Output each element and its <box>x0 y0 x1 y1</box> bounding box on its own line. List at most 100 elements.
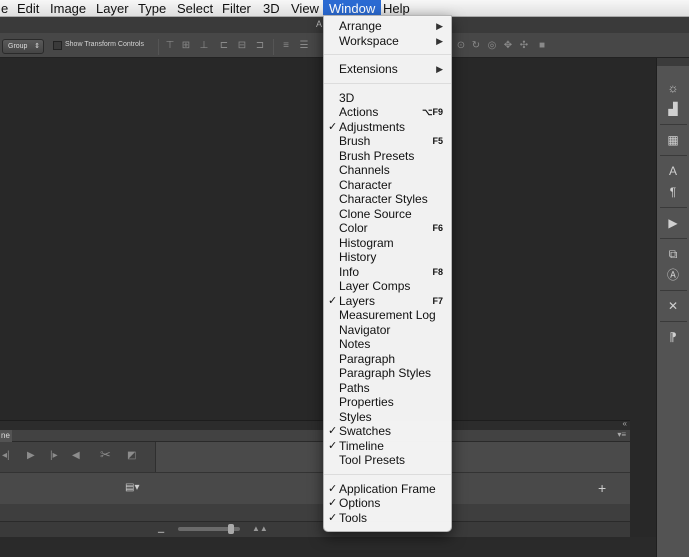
menu-item-label: Brush Presets <box>339 148 415 163</box>
sun-icon[interactable]: ☼ <box>664 79 682 97</box>
menu-item-label: Arrange <box>339 19 382 33</box>
panel-menu-icon[interactable]: ▾≡ <box>617 430 626 439</box>
menu-edit[interactable]: Edit <box>11 0 45 17</box>
menu-item-workspace[interactable]: Workspace ▶ <box>324 34 451 49</box>
menu-item-history[interactable]: History <box>324 250 451 265</box>
menu-item-tools[interactable]: ✓ Tools <box>324 511 451 526</box>
menu-item-info[interactable]: Info F8 <box>324 265 451 280</box>
menu-item-notes[interactable]: Notes <box>324 337 451 352</box>
align-left-icon[interactable]: ⊏ <box>218 40 230 52</box>
audio-icon[interactable]: ◀ <box>72 450 80 461</box>
tools-icon[interactable]: ✕ <box>664 297 682 315</box>
shortcut-label: F7 <box>432 295 443 306</box>
menu-item-swatches[interactable]: ✓ Swatches <box>324 424 451 439</box>
menu-item-histogram[interactable]: Histogram <box>324 236 451 251</box>
clone-source-icon[interactable]: ⧉ <box>664 245 682 263</box>
menu-item-label: Paragraph Styles <box>339 366 432 380</box>
menu-item-options[interactable]: ✓ Options <box>324 496 451 511</box>
transition-icon[interactable]: ◩ <box>127 450 136 461</box>
3d-roll-icon[interactable]: ↻ <box>470 40 482 52</box>
menu-item-navigator[interactable]: Navigator <box>324 323 451 338</box>
menu-item-character[interactable]: Character <box>324 178 451 193</box>
align-right-icon[interactable]: ⊐ <box>254 40 266 52</box>
divider <box>158 39 159 55</box>
menu-item-timeline[interactable]: ✓ Timeline <box>324 439 451 454</box>
divider <box>660 207 687 208</box>
play-icon[interactable]: ▶ <box>27 450 35 461</box>
3d-slide-icon[interactable]: ✥ <box>502 40 514 52</box>
menu-item-label: Measurement Log <box>339 308 436 322</box>
menu-item-properties[interactable]: Properties <box>324 395 451 410</box>
histogram-icon[interactable]: ▟ <box>664 100 682 118</box>
show-transform-checkbox[interactable] <box>53 41 62 50</box>
zoom-out-icon[interactable]: ▁ <box>158 524 164 533</box>
next-frame-icon[interactable]: |▸ <box>50 450 58 461</box>
menu-item-adjustments[interactable]: ✓ Adjustments <box>324 120 451 135</box>
menu-item-brush-presets[interactable]: Brush Presets <box>324 149 451 164</box>
menu-layer[interactable]: Layer <box>90 0 135 17</box>
timeline-footer: ▁ ▲▲ <box>0 521 630 538</box>
distribute-vcenter-icon[interactable]: ☰ <box>298 40 310 52</box>
scissors-icon[interactable]: ✂ <box>100 447 111 463</box>
align-vcenter-icon[interactable]: ⊞ <box>180 40 192 52</box>
menu-item-paragraph-styles[interactable]: Paragraph Styles <box>324 366 451 381</box>
3d-drag-icon[interactable]: ◎ <box>486 40 498 52</box>
character-styles-icon[interactable]: Ⓐ <box>664 266 682 284</box>
align-top-icon[interactable]: ⊤ <box>164 40 176 52</box>
film-icon[interactable]: ▤▾ <box>125 482 139 493</box>
first-frame-icon[interactable]: ◂| <box>2 450 10 461</box>
zoom-in-icon[interactable]: ▲▲ <box>252 524 268 533</box>
zoom-slider-thumb[interactable] <box>228 524 234 534</box>
distribute-top-icon[interactable]: ≡ <box>280 40 292 52</box>
menu-item-color[interactable]: Color F6 <box>324 221 451 236</box>
adjust-icon[interactable]: ▦ <box>664 131 682 149</box>
3d-rotate-icon[interactable]: ⊙ <box>455 40 467 52</box>
menu-item-layer-comps[interactable]: Layer Comps <box>324 279 451 294</box>
menu-item-paths[interactable]: Paths <box>324 381 451 396</box>
menu-item-clone-source[interactable]: Clone Source <box>324 207 451 222</box>
menu-item-application-frame[interactable]: ✓ Application Frame <box>324 482 451 497</box>
menu-image[interactable]: Image <box>44 0 92 17</box>
menu-type[interactable]: Type <box>132 0 172 17</box>
paragraph-styles-icon[interactable]: ⁋ <box>664 328 682 346</box>
menu-item-3d[interactable]: 3D <box>324 91 451 106</box>
menu-item-measurement-log[interactable]: Measurement Log <box>324 308 451 323</box>
collapse-icon[interactable]: « <box>623 419 627 428</box>
menu-item-styles[interactable]: Styles <box>324 410 451 425</box>
menu-item-layers[interactable]: ✓ Layers F7 <box>324 294 451 309</box>
checkmark-icon: ✓ <box>328 497 338 509</box>
menu-item-tool-presets[interactable]: Tool Presets <box>324 453 451 468</box>
menu-3d[interactable]: 3D <box>257 0 286 17</box>
document-tab-fragment[interactable]: A <box>316 19 322 29</box>
dock-header[interactable] <box>657 58 689 66</box>
menu-item-arrange[interactable]: Arrange ▶ <box>324 19 451 34</box>
menu-item-label: Channels <box>339 163 390 177</box>
menu-filter[interactable]: Filter <box>216 0 257 17</box>
align-bottom-icon[interactable]: ⊥ <box>198 40 210 52</box>
menu-item-actions[interactable]: Actions ⌥F9 <box>324 105 451 120</box>
timeline-header-strip: « <box>0 419 630 430</box>
menu-item-label: Properties <box>339 395 394 409</box>
menu-item-label: Timeline <box>339 438 384 453</box>
3d-camera-icon[interactable]: ■ <box>536 40 548 52</box>
menu-item-channels[interactable]: Channels <box>324 163 451 178</box>
3d-scale-icon[interactable]: ✣ <box>518 40 530 52</box>
menu-item-extensions[interactable]: Extensions ▶ <box>324 62 451 77</box>
character-icon[interactable]: A <box>664 162 682 180</box>
add-media-icon[interactable]: + <box>598 480 606 496</box>
paragraph-icon[interactable]: ¶ <box>664 183 682 201</box>
menu-view[interactable]: View <box>285 0 325 17</box>
timeline-tab[interactable]: ne <box>0 430 12 442</box>
menu-item-brush[interactable]: Brush F5 <box>324 134 451 149</box>
align-hcenter-icon[interactable]: ⊟ <box>236 40 248 52</box>
divider <box>660 290 687 291</box>
menu-item-paragraph[interactable]: Paragraph <box>324 352 451 367</box>
menu-item-label: Navigator <box>339 322 391 337</box>
auto-select-dropdown[interactable]: Group ⇕ <box>2 39 44 54</box>
chevron-updown-icon: ⇕ <box>34 43 40 50</box>
menu-select[interactable]: Select <box>171 0 219 17</box>
menu-item-label: Clone Source <box>339 206 412 221</box>
timeline-track[interactable]: ▤▾ + <box>0 472 630 504</box>
play-icon[interactable]: ▶ <box>664 214 682 232</box>
menu-item-character-styles[interactable]: Character Styles <box>324 192 451 207</box>
